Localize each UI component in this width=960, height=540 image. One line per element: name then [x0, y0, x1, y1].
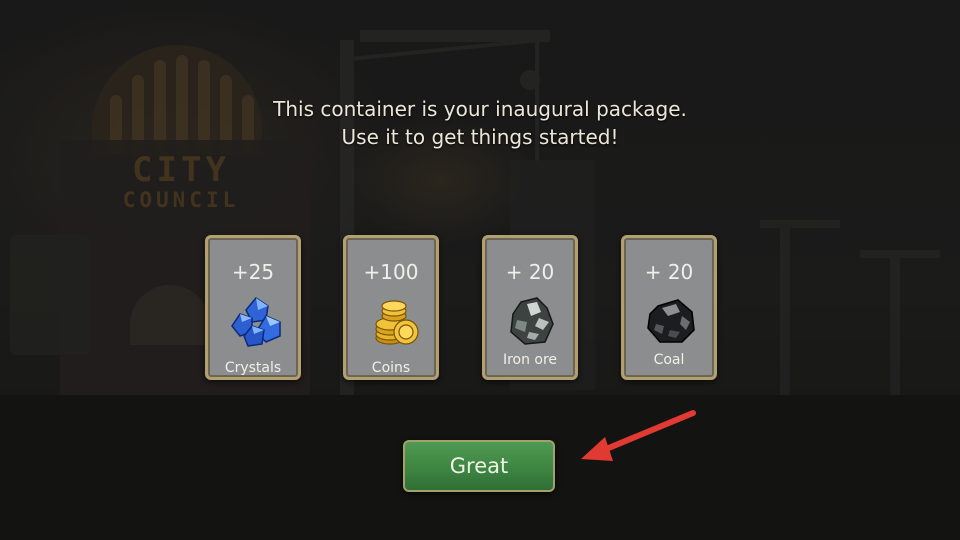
message-line-1: This container is your inaugural package…	[273, 97, 687, 121]
coins-icon	[375, 300, 419, 345]
reward-card-crystals: +25 Crystals	[205, 235, 301, 380]
reward-amount: + 20	[644, 260, 694, 284]
pointer-arrow-icon	[581, 410, 696, 461]
reward-label: Iron ore	[502, 352, 558, 368]
message-line-2: Use it to get things started!	[341, 125, 619, 149]
reward-label: Coins	[371, 360, 411, 376]
reward-amount: +100	[363, 260, 419, 284]
crystals-icon	[231, 297, 281, 347]
reward-card-iron-ore: + 20 Iron ore	[482, 235, 578, 380]
great-button[interactable]: Great	[403, 440, 555, 492]
reward-amount: +25	[231, 260, 275, 284]
dialog-message: This container is your inaugural package…	[0, 95, 960, 151]
reward-card-coal: + 20 Coal	[621, 235, 717, 380]
reward-card-coins: +100 Coins	[343, 235, 439, 380]
reward-label: Coal	[653, 352, 685, 368]
reward-amount: + 20	[505, 260, 555, 284]
reward-label: Crystals	[224, 360, 282, 376]
iron-ore-icon	[510, 297, 554, 345]
coal-icon	[647, 299, 695, 343]
